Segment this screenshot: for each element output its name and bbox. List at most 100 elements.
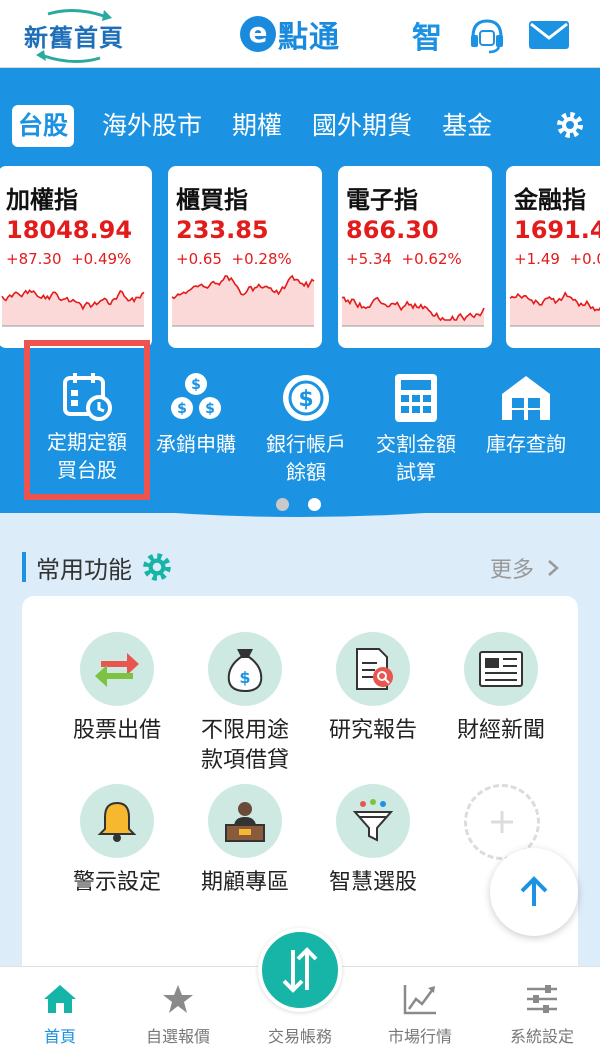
chevron-right-icon <box>548 560 559 576</box>
func-smart-picker[interactable]: 智慧選股 <box>308 784 438 934</box>
index-name: 加權指 <box>6 186 78 214</box>
index-card-finance[interactable]: 金融指 1691.48 +1.49 +0.09% <box>506 166 600 348</box>
dollar-circle-icon: $ <box>278 370 334 426</box>
index-cards: 加權指 18048.94 +87.30 +0.49% 櫃買指 233.85 +0… <box>0 166 600 348</box>
func-advisor-zone[interactable]: 期顧專區 <box>180 784 310 934</box>
nav-label: 市場行情 <box>387 1027 452 1044</box>
sparkline-area <box>342 297 484 326</box>
quick-label: 交割金額 試算 <box>376 432 456 484</box>
gear-icon <box>143 553 171 581</box>
func-label: 期顧專區 <box>200 870 289 895</box>
switch-homepage-label: 新舊首頁 <box>24 24 124 52</box>
func-research-report[interactable]: 研究報告 <box>308 632 438 782</box>
warehouse-icon <box>498 370 554 426</box>
section-title: 常用功能 <box>36 555 132 584</box>
quick-label: 承銷申購 <box>156 432 236 456</box>
tab-settings-button[interactable] <box>550 104 590 146</box>
calendar-clock-icon <box>59 368 115 424</box>
calculator-icon <box>388 370 444 426</box>
gear-icon <box>557 112 583 138</box>
nav-label: 自選報價 <box>145 1027 210 1044</box>
svg-text:$: $ <box>177 401 187 417</box>
func-alert-settings[interactable]: 警示設定 <box>52 784 182 934</box>
index-card-taiex[interactable]: 加權指 18048.94 +87.30 +0.49% <box>0 166 152 348</box>
index-price: 866.30 <box>346 216 439 244</box>
common-settings-button[interactable] <box>140 550 174 584</box>
section-accent-bar <box>22 552 26 582</box>
quick-bank-balance[interactable]: $ 銀行帳戶 餘額 <box>250 360 362 500</box>
scroll-top-button[interactable] <box>490 848 578 936</box>
svg-text:$: $ <box>205 401 215 417</box>
index-price: 18048.94 <box>6 216 133 244</box>
advisor-icon <box>208 784 282 858</box>
index-sparkline <box>1 289 145 327</box>
nav-label: 首頁 <box>43 1027 76 1044</box>
nav-label: 交易帳務 <box>267 1027 332 1044</box>
sliders-icon <box>522 981 562 1017</box>
index-name: 電子指 <box>346 186 418 214</box>
quick-label: 銀行帳戶 餘額 <box>266 432 346 484</box>
quick-actions: 定期定額 買台股 $ $ $ 承銷申購 $ 銀行帳戶 餘額 交割金額 試算 庫存… <box>0 340 600 500</box>
more-link[interactable]: 更多 <box>490 552 564 584</box>
quick-label: 庫存查詢 <box>486 432 566 456</box>
sparkline-area <box>2 290 144 326</box>
index-price: 233.85 <box>176 216 269 244</box>
page-indicator <box>276 498 326 512</box>
arrow-up-icon <box>520 876 548 906</box>
tab-options[interactable]: 期權 <box>232 105 282 147</box>
index-sparkline <box>509 291 600 327</box>
quick-settlement-calc[interactable]: 交割金額 試算 <box>360 360 472 500</box>
page-dot-2[interactable] <box>308 498 321 511</box>
nav-watchlist[interactable]: 自選報價 <box>118 967 238 1044</box>
index-card-electronics[interactable]: 電子指 866.30 +5.34 +0.62% <box>338 166 492 348</box>
funnel-icon <box>336 784 410 858</box>
quick-inventory[interactable]: 庫存查詢 <box>470 360 582 500</box>
tab-tw-stock[interactable]: 台股 <box>12 105 75 147</box>
quick-regular-investment[interactable]: 定期定額 買台股 <box>24 340 150 500</box>
chart-line-icon <box>400 981 440 1017</box>
index-name: 櫃買指 <box>176 186 248 214</box>
headset-ai-icon <box>471 19 503 54</box>
nav-home[interactable]: 首頁 <box>0 967 120 1044</box>
quick-label: 定期定額 買台股 <box>47 430 127 482</box>
func-stock-lending[interactable]: 股票出借 <box>52 632 182 782</box>
nav-settings[interactable]: 系統設定 <box>482 967 600 1044</box>
index-card-otc[interactable]: 櫃買指 233.85 +0.65 +0.28% <box>168 166 322 348</box>
app-logo: e 點通 <box>240 12 340 56</box>
tab-overseas-stock[interactable]: 海外股市 <box>102 105 202 147</box>
func-label: 智慧選股 <box>328 870 417 895</box>
smart-zhi-label: 智 <box>412 21 442 56</box>
smart-assistant-button[interactable]: 智 <box>406 14 448 56</box>
func-label: 警示設定 <box>72 870 161 895</box>
logo-name: 點通 <box>278 20 340 55</box>
switch-homepage-button[interactable]: 新舊首頁 <box>18 8 130 64</box>
index-sparkline <box>341 296 485 327</box>
index-sparkline <box>171 274 315 327</box>
trade-arrows-icon <box>282 947 318 993</box>
tab-foreign-futures[interactable]: 國外期貨 <box>312 105 412 147</box>
func-label: 財經新聞 <box>456 718 545 743</box>
index-change: +5.34 +0.62% <box>346 250 462 268</box>
logo-e: e <box>240 16 276 52</box>
coins-icon: $ $ $ <box>168 370 224 426</box>
ai-support-button[interactable] <box>466 14 508 56</box>
bell-icon <box>80 784 154 858</box>
quick-underwriting[interactable]: $ $ $ 承銷申購 <box>140 360 252 500</box>
home-icon <box>40 981 80 1017</box>
tab-funds[interactable]: 基金 <box>442 105 492 147</box>
page-dot-1[interactable] <box>276 498 289 511</box>
more-label: 更多 <box>490 558 535 583</box>
func-finance-news[interactable]: 財經新聞 <box>436 632 566 782</box>
svg-text:$: $ <box>298 387 313 412</box>
nav-market[interactable]: 市場行情 <box>360 967 480 1044</box>
svg-text:$: $ <box>239 668 250 687</box>
index-name: 金融指 <box>514 186 586 214</box>
func-label: 不限用途 款項借貸 <box>200 718 289 773</box>
index-change: +1.49 +0.09% <box>514 250 600 268</box>
trade-center-button[interactable] <box>258 928 342 1012</box>
star-icon <box>158 981 198 1017</box>
func-unrestricted-loan[interactable]: $ 不限用途 款項借貸 <box>180 632 310 782</box>
mail-button[interactable] <box>528 14 570 56</box>
index-change: +87.30 +0.49% <box>6 250 132 268</box>
nav-label: 系統設定 <box>509 1027 574 1044</box>
